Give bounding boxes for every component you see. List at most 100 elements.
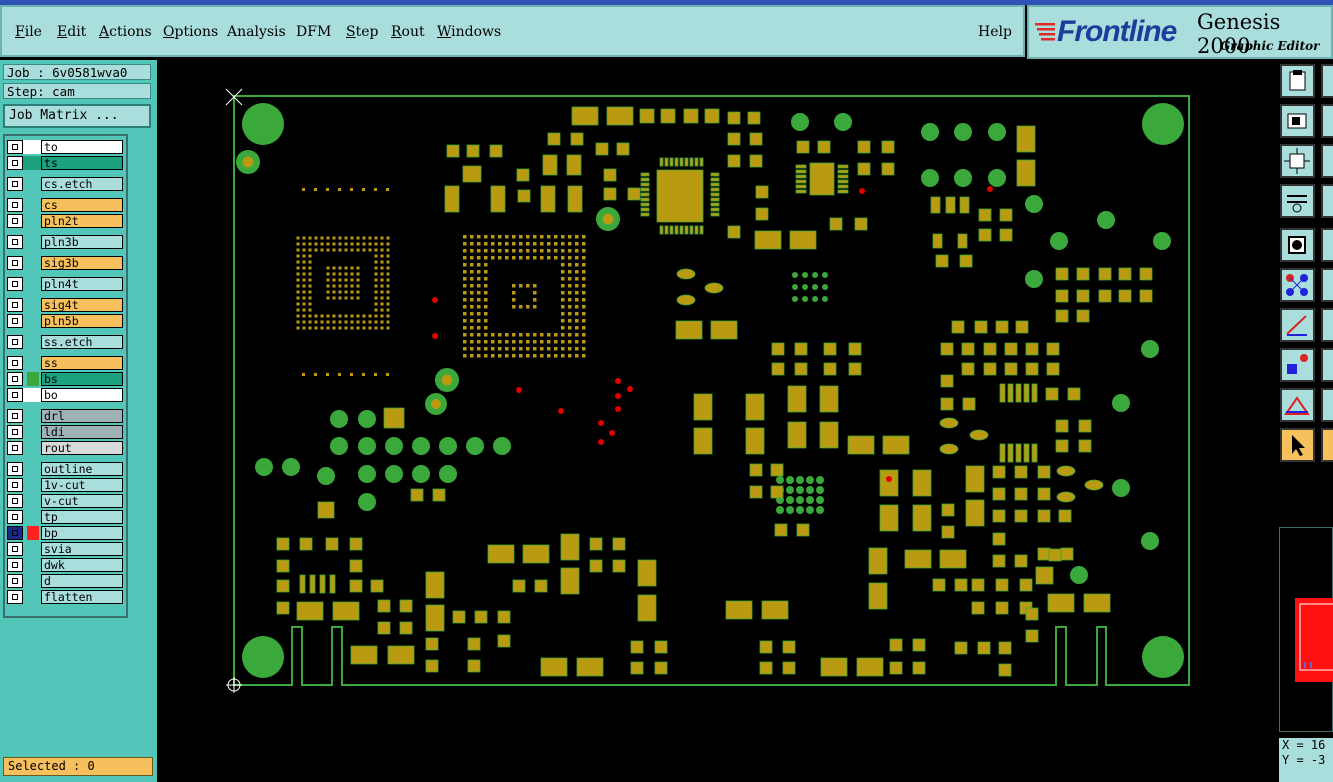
layer-checkbox[interactable] — [7, 198, 23, 212]
layer-row-1v-cut[interactable]: 1v-cut — [6, 478, 126, 492]
layer-checkbox[interactable] — [7, 277, 23, 291]
layer-checkbox[interactable] — [7, 542, 23, 556]
layer-checkbox[interactable] — [7, 478, 23, 492]
layer-row-v-cut[interactable]: v-cut — [6, 494, 126, 508]
layer-name[interactable]: ts — [41, 156, 123, 170]
tool-extra-button[interactable] — [1321, 308, 1333, 342]
layer-row-sig3b[interactable]: sig3b — [6, 256, 126, 270]
layer-checkbox[interactable] — [7, 526, 23, 540]
layer-name[interactable]: ss — [41, 356, 123, 370]
layer-row-flatten[interactable]: flatten — [6, 590, 126, 604]
tool-cross-section-button[interactable] — [1280, 388, 1315, 422]
layer-name[interactable]: bp — [41, 526, 123, 540]
layer-checkbox[interactable] — [7, 372, 23, 386]
layer-checkbox[interactable] — [7, 335, 23, 349]
layer-checkbox[interactable] — [7, 425, 23, 439]
layer-row-drl[interactable]: drl — [6, 409, 126, 423]
layer-name[interactable]: svia — [41, 542, 123, 556]
layer-row-outline[interactable]: outline — [6, 462, 126, 476]
layer-name[interactable]: pln3b — [41, 235, 123, 249]
menu-help[interactable]: Help — [978, 24, 1012, 40]
layer-name[interactable]: cs.etch — [41, 177, 123, 191]
layer-row-pln4t[interactable]: pln4t — [6, 277, 126, 291]
menu-rout[interactable]: Rout — [391, 24, 425, 40]
layer-checkbox[interactable] — [7, 356, 23, 370]
tool-extra-button[interactable] — [1321, 228, 1333, 262]
layer-name[interactable]: outline — [41, 462, 123, 476]
layer-checkbox[interactable] — [7, 235, 23, 249]
layer-checkbox[interactable] — [7, 510, 23, 524]
menu-analysis[interactable]: Analysis — [227, 24, 286, 40]
layer-row-ss.etch[interactable]: ss.etch — [6, 335, 126, 349]
layer-row-to[interactable]: to — [6, 140, 126, 154]
tool-extra-button[interactable] — [1321, 348, 1333, 382]
layer-checkbox[interactable] — [7, 214, 23, 228]
layer-row-tp[interactable]: tp — [6, 510, 126, 524]
layer-name[interactable]: drl — [41, 409, 123, 423]
layer-name[interactable]: pln2t — [41, 214, 123, 228]
menu-file[interactable]: File — [15, 24, 42, 40]
layer-name[interactable]: 1v-cut — [41, 478, 123, 492]
pcb-graphic-canvas[interactable] — [157, 60, 1277, 782]
layer-checkbox[interactable] — [7, 177, 23, 191]
layer-checkbox[interactable] — [7, 140, 23, 154]
layer-checkbox[interactable] — [7, 494, 23, 508]
layer-checkbox[interactable] — [7, 441, 23, 455]
layer-name[interactable]: tp — [41, 510, 123, 524]
tool-extra-button[interactable] — [1321, 64, 1333, 98]
tool-snapshot-button[interactable] — [1280, 104, 1315, 138]
tool-pointer-button[interactable] — [1280, 428, 1315, 462]
menu-options[interactable]: Options — [163, 24, 218, 40]
layer-checkbox[interactable] — [7, 388, 23, 402]
layer-row-bo[interactable]: bo — [6, 388, 126, 402]
layer-checkbox[interactable] — [7, 462, 23, 476]
layer-checkbox[interactable] — [7, 590, 23, 604]
layer-row-cs[interactable]: cs — [6, 198, 126, 212]
menu-windows[interactable]: Windows — [437, 24, 501, 40]
layer-row-sig4t[interactable]: sig4t — [6, 298, 126, 312]
tool-pad-button[interactable] — [1280, 348, 1315, 382]
layer-row-dwk[interactable]: dwk — [6, 558, 126, 572]
layer-name[interactable]: bo — [41, 388, 123, 402]
layer-name[interactable]: rout — [41, 441, 123, 455]
layer-name[interactable]: v-cut — [41, 494, 123, 508]
job-matrix-button[interactable]: Job Matrix ... — [3, 104, 151, 128]
tool-extra-button[interactable] — [1321, 184, 1333, 218]
tool-draw-line-button[interactable] — [1280, 308, 1315, 342]
layer-checkbox[interactable] — [7, 558, 23, 572]
layer-row-svia[interactable]: svia — [6, 542, 126, 556]
menu-edit[interactable]: Edit — [57, 24, 86, 40]
tool-extra-button[interactable] — [1321, 428, 1333, 462]
layer-name[interactable]: pln5b — [41, 314, 123, 328]
layer-row-pln5b[interactable]: pln5b — [6, 314, 126, 328]
tool-clipboard-button[interactable] — [1280, 64, 1315, 98]
menu-actions[interactable]: Actions — [99, 24, 152, 40]
layer-row-pln2t[interactable]: pln2t — [6, 214, 126, 228]
layer-checkbox[interactable] — [7, 314, 23, 328]
tool-extra-button[interactable] — [1321, 144, 1333, 178]
layer-name[interactable]: ldi — [41, 425, 123, 439]
layer-name[interactable]: cs — [41, 198, 123, 212]
tool-extra-button[interactable] — [1321, 268, 1333, 302]
layer-row-cs.etch[interactable]: cs.etch — [6, 177, 126, 191]
layer-checkbox[interactable] — [7, 574, 23, 588]
layer-name[interactable]: to — [41, 140, 123, 154]
layer-row-pln3b[interactable]: pln3b — [6, 235, 126, 249]
layer-name[interactable]: ss.etch — [41, 335, 123, 349]
layer-name[interactable]: bs — [41, 372, 123, 386]
layer-name[interactable]: flatten — [41, 590, 123, 604]
tool-extra-button[interactable] — [1321, 388, 1333, 422]
menu-step[interactable]: Step — [346, 24, 378, 40]
menu-dfm[interactable]: DFM — [296, 24, 331, 40]
tool-extra-button[interactable] — [1321, 104, 1333, 138]
layer-checkbox[interactable] — [7, 298, 23, 312]
overview-minimap[interactable] — [1279, 527, 1333, 732]
layer-checkbox[interactable] — [7, 156, 23, 170]
tool-measure-button[interactable] — [1280, 184, 1315, 218]
layer-name[interactable]: sig4t — [41, 298, 123, 312]
tool-fill-button[interactable] — [1280, 228, 1315, 262]
layer-name[interactable]: d — [41, 574, 123, 588]
layer-name[interactable]: sig3b — [41, 256, 123, 270]
layer-name[interactable]: pln4t — [41, 277, 123, 291]
tool-net-button[interactable] — [1280, 268, 1315, 302]
